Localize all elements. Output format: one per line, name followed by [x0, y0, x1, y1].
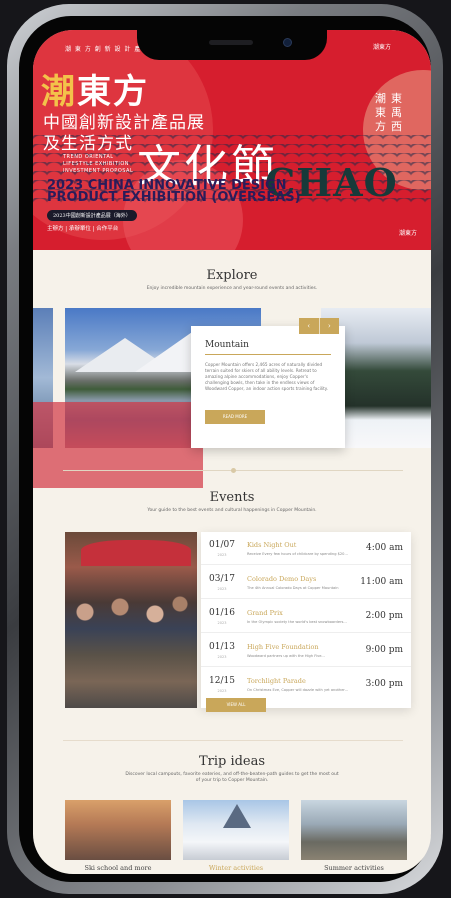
banner-logo: 潮東方 — [373, 44, 392, 51]
camera-icon — [283, 38, 292, 47]
event-desc: Receive Every few hours of childcare by … — [247, 552, 348, 556]
mountain-peak — [223, 804, 251, 828]
trip-card-image[interactable] — [65, 800, 171, 860]
banner-cn-title-accent: 潮 — [41, 72, 77, 112]
speaker-grille — [209, 40, 253, 45]
event-name[interactable]: High Five Foundation — [247, 643, 319, 651]
event-name[interactable]: Colorado Demo Days — [247, 575, 316, 583]
event-time: 4:00 am — [366, 543, 403, 553]
trip-card-label[interactable]: Winter activities — [183, 864, 289, 872]
view-all-button[interactable]: VIEW ALL — [206, 698, 266, 712]
banner-vertical-text-right: 東禹西 — [391, 92, 402, 133]
event-row[interactable]: 01/16 2023 Grand Prix In the Olympic soc… — [201, 600, 411, 633]
event-name[interactable]: Kids Night Out — [247, 541, 296, 549]
trip-card-image[interactable] — [183, 800, 289, 860]
trip-card-label[interactable]: Summer activities — [301, 864, 407, 872]
event-time: 3:00 pm — [365, 679, 403, 689]
event-desc: Woodward partners up with the High Five.… — [247, 654, 325, 658]
divider-ornament — [231, 468, 236, 473]
event-year: 2023 — [217, 655, 227, 659]
section-divider — [63, 740, 403, 741]
read-more-button[interactable]: READ MORE — [205, 410, 265, 424]
banner-cn-title: 潮東方 — [41, 64, 149, 113]
event-row[interactable]: 12/15 2023 Torchlight Parade On Christma… — [201, 668, 411, 701]
event-date: 01/13 — [209, 642, 235, 652]
tagline-line: LIFESTYLE EXHIBITION — [63, 161, 130, 167]
events-title: Events — [209, 490, 255, 505]
event-date: 03/17 — [209, 574, 235, 584]
event-date: 12/15 — [209, 676, 235, 686]
event-row[interactable]: 01/13 2023 High Five Foundation Woodward… — [201, 634, 411, 667]
event-desc: The 4th Annual Colorado Days at Copper M… — [247, 586, 339, 590]
event-time: 11:00 am — [360, 577, 403, 587]
explore-title: Explore — [206, 268, 258, 283]
banner-pill: 2023中國創新設計產品展（海外） — [47, 210, 137, 221]
card-rule — [205, 354, 331, 355]
event-name[interactable]: Grand Prix — [247, 609, 283, 617]
event-desc: In the Olympic society the world's best … — [247, 620, 347, 624]
explore-subtitle: Enjoy incredible mountain experience and… — [146, 286, 318, 291]
event-year: 2023 — [217, 689, 227, 693]
trip-card-label[interactable]: Ski school and more — [65, 864, 171, 872]
tagline-line: INVESTMENT PROPOSAL — [63, 168, 134, 174]
chevron-right-icon[interactable]: › — [318, 318, 340, 334]
red-ribbon-decoration — [33, 402, 203, 488]
phone-screen: 潮 東 方 創 新 設 計 產 品 展 潮東方 潮東方 中國創新設計產品展 及生… — [33, 30, 431, 874]
umbrella-shape — [81, 540, 191, 566]
chevron-left-icon[interactable]: ‹ — [299, 318, 319, 334]
banner-en-title: 2023 CHINA INNOVATIVE DESIGN PRODUCT EXH… — [47, 178, 301, 205]
event-desc: On Christmas Eve, Copper will dazzle wit… — [247, 688, 348, 692]
banner-organizers: 主辦方 | 承辦單位 | 合作平台 — [47, 226, 119, 232]
event-row[interactable]: 01/07 2023 Kids Night Out Receive Every … — [201, 532, 411, 565]
event-year: 2023 — [217, 621, 227, 625]
event-name[interactable]: Torchlight Parade — [247, 677, 306, 685]
banner-cn-title-rest: 東方 — [77, 72, 149, 112]
trip-card-image[interactable] — [301, 800, 407, 860]
event-date: 01/07 — [209, 540, 235, 550]
trip-subtitle: Discover local campouts, favorite eateri… — [125, 772, 339, 783]
event-time: 9:00 pm — [365, 645, 403, 655]
event-row[interactable]: 03/17 2023 Colorado Demo Days The 4th An… — [201, 566, 411, 599]
banner-cn-line3: 及生活方式 — [43, 134, 133, 154]
card-title: Mountain — [205, 340, 249, 350]
banner-corner-mark: 潮東方 — [399, 230, 418, 237]
hero-banner: 潮 東 方 創 新 設 計 產 品 展 潮東方 潮東方 中國創新設計產品展 及生… — [33, 30, 431, 250]
carousel-arrows: ‹ › — [299, 318, 339, 334]
crowd-shape — [65, 592, 197, 652]
trip-title: Trip ideas — [198, 754, 266, 769]
notch — [137, 30, 327, 60]
event-year: 2023 — [217, 587, 227, 591]
event-year: 2023 — [217, 553, 227, 557]
events-list: 01/07 2023 Kids Night Out Receive Every … — [201, 532, 411, 708]
event-date: 01/16 — [209, 608, 235, 618]
card-text: Copper Mountain offers 2,465 acres of na… — [205, 362, 329, 391]
event-time: 2:00 pm — [365, 611, 403, 621]
banner-en-tagline: TREND ORIENTAL LIFESTYLE EXHIBITION INVE… — [63, 154, 133, 175]
events-photo — [65, 532, 197, 708]
events-subtitle: Your guide to the best events and cultur… — [147, 508, 317, 513]
banner-vertical-text-left: 潮東方 — [375, 92, 386, 133]
mountain-card: Mountain Copper Mountain offers 2,465 ac… — [191, 326, 345, 448]
tagline-line: TREND ORIENTAL — [63, 154, 114, 160]
